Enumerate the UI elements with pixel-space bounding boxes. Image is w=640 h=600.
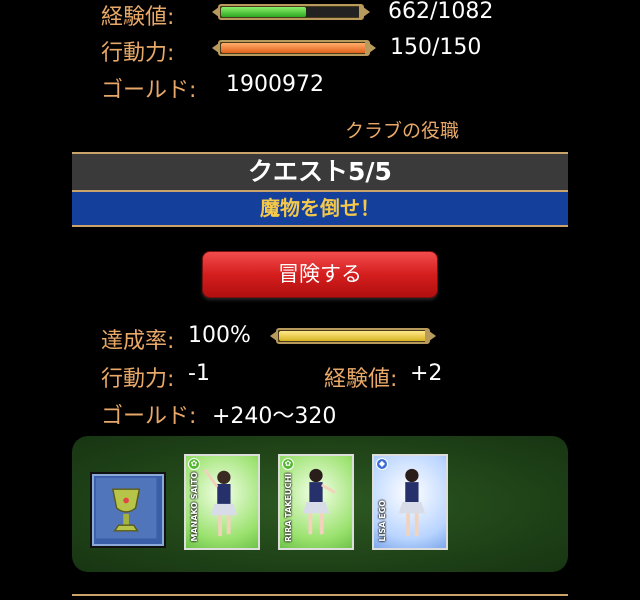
ap-label: 行動力: [101, 41, 175, 66]
quest-header: クエスト5/5 魔物を倒せ！ [72, 152, 568, 227]
card-name: LISA EGO [378, 500, 387, 542]
ap-gauge-fill [221, 43, 367, 53]
rate-value: 100% [188, 323, 251, 348]
gold-value: 1900972 [226, 72, 324, 97]
exp-gain-label: 経験値: [324, 367, 398, 392]
exp-gain-value: +2 [410, 361, 443, 386]
reward-card-2[interactable]: ✿ RIRA TAKEUCHI [278, 454, 354, 550]
chalice-item-icon[interactable] [90, 472, 166, 548]
exp-gauge [210, 1, 372, 23]
bottom-divider [72, 594, 568, 596]
quest-subtitle: 魔物を倒せ！ [72, 192, 568, 227]
rate-gauge-fill [279, 331, 427, 341]
ap-gauge [210, 37, 378, 59]
gauge-cap-right [358, 1, 372, 23]
exp-value: 662/1082 [388, 0, 494, 24]
gold-gain-value: +240〜320 [212, 404, 337, 429]
adventure-button[interactable]: 冒険する [202, 251, 438, 298]
quest-title: クエスト5/5 [72, 152, 568, 192]
cost-label: 行動力: [101, 367, 175, 392]
ap-value: 150/150 [390, 35, 482, 60]
card-name: MANAKO SAITO [190, 472, 199, 542]
gold-label: ゴールド: [101, 78, 197, 103]
cost-value: -1 [188, 361, 210, 386]
exp-gauge-fill [221, 7, 306, 17]
reward-panel: ✿ MANAKO SAITO ✿ RIRA TAKEUCHI ◆ LISA EG… [72, 436, 568, 572]
club-role-link[interactable]: クラブの役職 [345, 116, 475, 143]
card-name: RIRA TAKEUCHI [284, 472, 293, 542]
exp-label: 経験値: [101, 5, 175, 30]
reward-card-3[interactable]: ◆ LISA EGO [372, 454, 448, 550]
rate-label: 達成率: [101, 329, 175, 354]
rate-gauge [268, 325, 438, 347]
reward-card-1[interactable]: ✿ MANAKO SAITO [184, 454, 260, 550]
gold-gain-label: ゴールド: [101, 404, 197, 429]
